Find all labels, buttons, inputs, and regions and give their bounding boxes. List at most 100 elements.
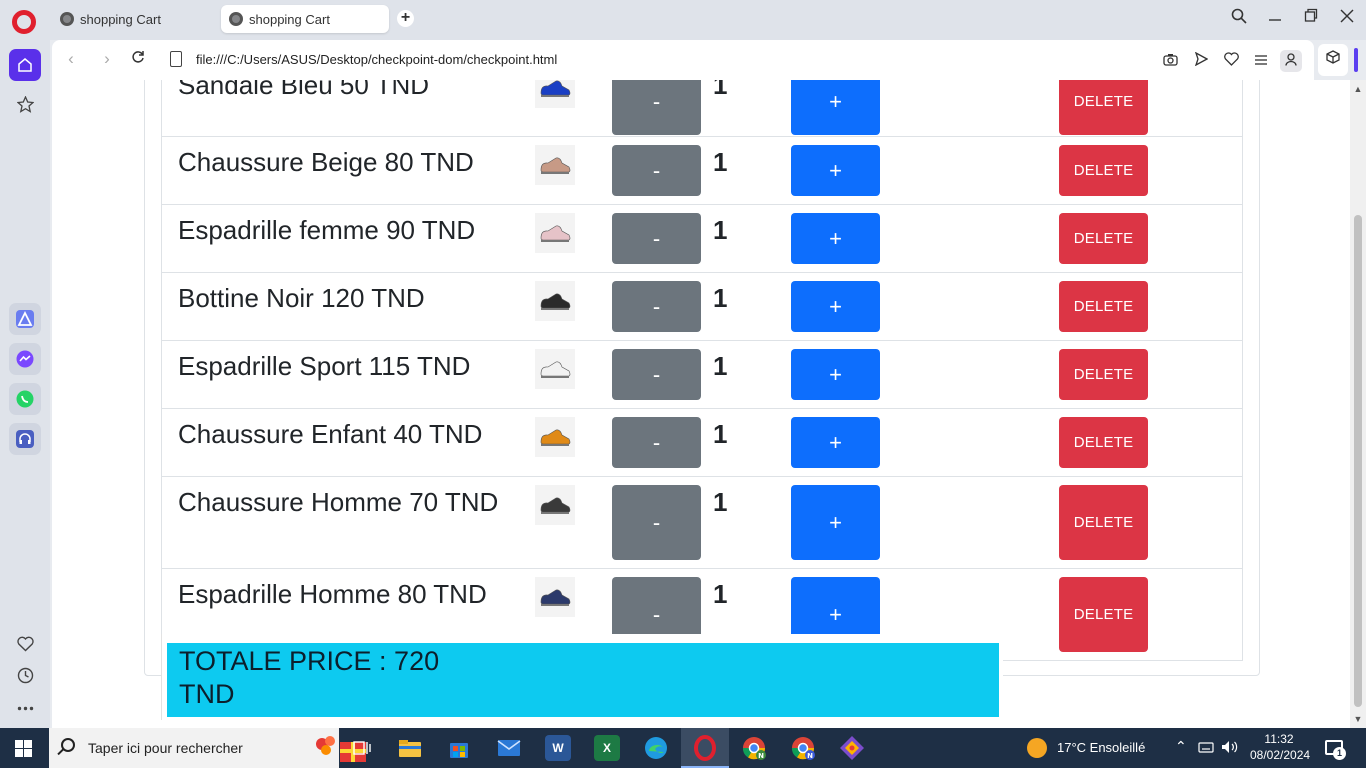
page-viewport: Sandale Bleu 50 TND -1 + DELETE Chaussure Be… — [52, 80, 1350, 728]
cart-row: Sandale Bleu 50 TND -1 + DELETE — [162, 80, 1242, 136]
increase-quantity-button[interactable]: + — [791, 213, 880, 264]
heart-icon[interactable] — [9, 628, 41, 660]
product-name: Sandale Bleu 50 TND — [178, 80, 430, 100]
decrease-quantity-button[interactable]: - — [612, 485, 701, 560]
delete-item-button[interactable]: DELETE — [1059, 80, 1148, 135]
chrome-profile-2-icon[interactable]: N — [790, 735, 816, 761]
reload-button[interactable] — [127, 49, 149, 69]
forward-button[interactable]: › — [96, 49, 118, 69]
opera-sidebar — [0, 40, 50, 728]
clock-time: 11:32 — [1264, 732, 1294, 746]
total-price-box: TOTALE PRICE : 720 TND — [167, 643, 999, 717]
weather-text[interactable]: 17°C Ensoleillé — [1057, 740, 1145, 755]
music-player-icon[interactable] — [9, 423, 41, 455]
quantity-value: 1 — [713, 419, 728, 449]
tab-shopping-cart-2[interactable]: shopping Cart — [221, 5, 389, 33]
taskbar-search-box[interactable]: Taper ici pour rechercher — [49, 728, 366, 768]
taskbar-clock[interactable]: 11:32 08/02/2024 — [1250, 731, 1311, 763]
svg-text:N: N — [807, 752, 813, 760]
excel-icon[interactable]: X — [594, 735, 620, 761]
delete-item-button[interactable]: DELETE — [1059, 145, 1148, 196]
clock-date: 08/02/2024 — [1250, 748, 1311, 762]
chrome-profile-1-icon[interactable]: N — [741, 735, 767, 761]
windows-start-icon[interactable] — [15, 740, 32, 757]
cart-row: Chaussure Beige 80 TND -1 + DELETE — [162, 136, 1242, 204]
address-bar[interactable]: file:///C:/Users/ASUS/Desktop/checkpoint… — [196, 52, 557, 67]
cart-row: Chaussure Enfant 40 TND -1 + DELETE — [162, 408, 1242, 476]
delete-item-button[interactable]: DELETE — [1059, 349, 1148, 400]
delete-item-button[interactable]: DELETE — [1059, 281, 1148, 332]
back-button[interactable]: ‹ — [60, 49, 82, 69]
decrease-quantity-button[interactable]: - — [612, 281, 701, 332]
home-icon[interactable] — [9, 49, 41, 81]
opera-logo-icon[interactable] — [12, 10, 36, 34]
product-name: Bottine Noir 120 TND — [178, 283, 425, 313]
git-icon[interactable] — [839, 735, 865, 761]
notification-badge: 1 — [1333, 747, 1346, 760]
easy-setup-icon[interactable] — [1250, 50, 1272, 72]
navy-men-sneaker-icon — [535, 577, 575, 617]
scroll-up-arrow-icon[interactable]: ▲ — [1350, 84, 1366, 94]
more-icon[interactable] — [9, 690, 41, 722]
tab-title: shopping Cart — [80, 11, 161, 27]
delete-item-button[interactable]: DELETE — [1059, 485, 1148, 560]
quantity-value: 1 — [713, 80, 728, 100]
extensions-icon[interactable] — [1318, 44, 1348, 76]
store-icon[interactable] — [446, 735, 472, 761]
send-icon[interactable] — [1190, 50, 1212, 72]
decrease-quantity-button[interactable]: - — [612, 417, 701, 468]
delete-item-button[interactable]: DELETE — [1059, 213, 1148, 264]
volume-icon[interactable] — [1221, 740, 1239, 757]
restore-icon[interactable] — [1299, 8, 1323, 29]
quantity-value: 1 — [713, 487, 728, 517]
page-scrollbar[interactable]: ▲ ▼ — [1350, 80, 1366, 728]
search-placeholder: Taper ici pour rechercher — [88, 740, 243, 756]
increase-quantity-button[interactable]: + — [791, 281, 880, 332]
mail-icon[interactable] — [496, 735, 522, 761]
sidebar-toggle-bar[interactable] — [1354, 48, 1358, 72]
heart-icon[interactable] — [1220, 50, 1242, 72]
new-tab-button[interactable]: + — [397, 10, 414, 27]
total-price: TOTALE PRICE : 720 TND — [179, 646, 440, 709]
task-view-icon[interactable] — [349, 735, 375, 761]
decrease-quantity-button[interactable]: - — [612, 80, 701, 135]
keyboard-layout-icon[interactable] — [1198, 740, 1214, 757]
file-explorer-icon[interactable] — [397, 735, 423, 761]
quantity-value: 1 — [713, 579, 728, 609]
scroll-down-arrow-icon[interactable]: ▼ — [1350, 714, 1366, 724]
scroll-thumb[interactable] — [1354, 215, 1362, 707]
increase-quantity-button[interactable]: + — [791, 485, 880, 560]
beige-heel-icon — [535, 145, 575, 185]
whatsapp-icon[interactable] — [9, 383, 41, 415]
aria-icon[interactable] — [9, 303, 41, 335]
quantity-value: 1 — [713, 283, 728, 313]
messenger-icon[interactable] — [9, 343, 41, 375]
windows-taskbar: Taper ici pour rechercher W X N N 17°C E… — [0, 728, 1366, 768]
minimize-icon[interactable] — [1263, 8, 1287, 29]
increase-quantity-button[interactable]: + — [791, 349, 880, 400]
word-icon[interactable]: W — [545, 735, 571, 761]
total-section: TOTALE PRICE : 720 TND — [161, 634, 1003, 720]
decrease-quantity-button[interactable]: - — [612, 145, 701, 196]
star-icon[interactable] — [9, 89, 41, 121]
tray-chevron-up-icon[interactable]: ⌃ — [1175, 738, 1187, 755]
decrease-quantity-button[interactable]: - — [612, 349, 701, 400]
opera-taskbar-button[interactable] — [681, 728, 729, 768]
close-icon[interactable] — [1335, 8, 1359, 29]
decrease-quantity-button[interactable]: - — [612, 213, 701, 264]
delete-item-button[interactable]: DELETE — [1059, 417, 1148, 468]
tab-search-icon[interactable] — [1227, 8, 1251, 29]
quantity-value: 1 — [713, 147, 728, 177]
history-icon[interactable] — [9, 660, 41, 692]
increase-quantity-button[interactable]: + — [791, 417, 880, 468]
weather-sun-icon[interactable] — [1027, 738, 1047, 758]
tab-shopping-cart-1[interactable]: shopping Cart — [52, 5, 216, 33]
blue-sandal-icon — [535, 80, 575, 108]
profile-icon[interactable] — [1280, 50, 1302, 72]
increase-quantity-button[interactable]: + — [791, 145, 880, 196]
camera-icon[interactable] — [1159, 50, 1181, 72]
increase-quantity-button[interactable]: + — [791, 80, 880, 135]
delete-item-button[interactable]: DELETE — [1059, 577, 1148, 652]
cart-row: Espadrille femme 90 TND -1 + DELETE — [162, 204, 1242, 272]
edge-icon[interactable] — [643, 735, 669, 761]
